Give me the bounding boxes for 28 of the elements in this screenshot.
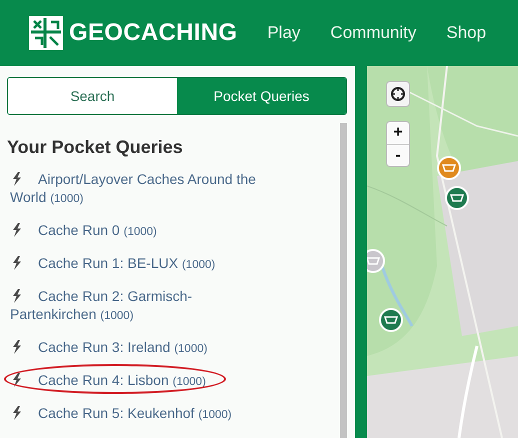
- pocket-query-link[interactable]: Airport/Layover Caches Around the World (1000): [10, 170, 272, 208]
- tab[interactable]: Search: [8, 78, 177, 114]
- logo-icon[interactable]: [29, 16, 63, 50]
- scrollbar[interactable]: [340, 123, 347, 438]
- lightning-icon: [12, 289, 22, 303]
- zoom-out-button[interactable]: -: [387, 144, 409, 166]
- pocket-query-link[interactable]: Cache Run 5: Keukenhof (1000): [10, 404, 272, 424]
- locate-button[interactable]: [386, 81, 410, 107]
- nav-link[interactable]: Shop: [446, 23, 486, 43]
- lightning-icon: [12, 223, 22, 237]
- lightning-icon: [12, 406, 22, 420]
- crosshair-icon: [390, 86, 406, 102]
- lightning-icon: [12, 373, 22, 387]
- zoom-in-button[interactable]: +: [387, 122, 409, 144]
- lightning-icon: [12, 172, 22, 186]
- lightning-icon: [12, 256, 22, 270]
- nav-link[interactable]: Play: [267, 23, 300, 43]
- nav-link[interactable]: Community: [330, 23, 416, 43]
- logo-text[interactable]: GEOCACHING: [69, 19, 238, 47]
- tab[interactable]: Pocket Queries: [177, 78, 346, 114]
- panel-title: Your Pocket Queries: [7, 137, 184, 158]
- pocket-query-link[interactable]: Cache Run 4: Lisbon (1000): [10, 371, 272, 391]
- lightning-icon: [12, 340, 22, 354]
- pocket-query-link[interactable]: Cache Run 2: Garmisch-Partenkirchen (1000): [10, 287, 272, 325]
- cache-marker-icon[interactable]: [367, 249, 385, 273]
- pocket-query-link[interactable]: Cache Run 3: Ireland (1000): [10, 338, 272, 358]
- pocket-query-link[interactable]: Cache Run 0 (1000): [10, 221, 272, 241]
- pocket-query-link[interactable]: Cache Run 1: BE-LUX (1000): [10, 254, 272, 274]
